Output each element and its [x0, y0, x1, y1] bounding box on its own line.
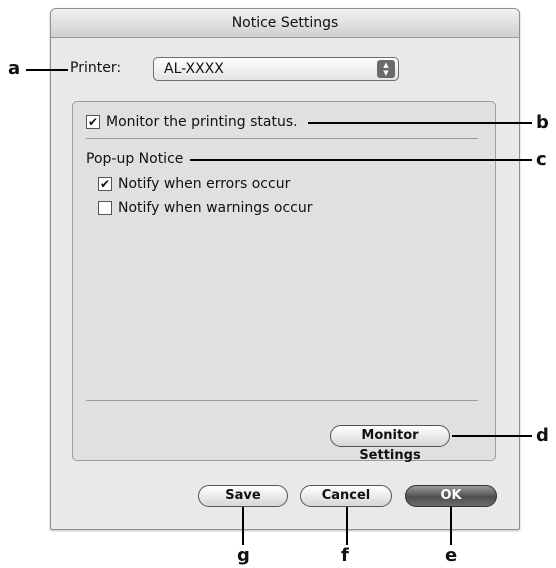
- checkmark-icon: ✔: [99, 177, 111, 191]
- callout-line-d: [452, 435, 532, 437]
- printer-select-value: AL-XXXX: [164, 61, 224, 77]
- checkmark-icon: ✔: [87, 115, 99, 129]
- callout-c: c: [536, 149, 547, 170]
- notify-warnings-checkbox-row[interactable]: Notify when warnings occur: [98, 200, 313, 216]
- printer-label: Printer:: [70, 60, 122, 76]
- dialog-title: Notice Settings: [51, 9, 519, 38]
- monitor-status-checkbox[interactable]: ✔: [86, 115, 100, 129]
- callout-f: f: [341, 545, 349, 566]
- save-button[interactable]: Save: [198, 485, 288, 507]
- callout-line-b: [308, 122, 532, 124]
- callout-line-a: [26, 69, 68, 71]
- monitor-status-checkbox-row[interactable]: ✔ Monitor the printing status.: [86, 114, 298, 130]
- separator-bottom: [86, 400, 478, 401]
- callout-line-e: [450, 507, 452, 545]
- callout-a: a: [8, 58, 21, 79]
- monitor-settings-button[interactable]: Monitor Settings: [330, 425, 450, 463]
- stepper-arrows-icon: ▲ ▼: [377, 60, 395, 78]
- separator-top: [86, 138, 478, 139]
- callout-e: e: [445, 545, 458, 566]
- callout-line-c: [190, 159, 532, 161]
- callout-d: d: [536, 425, 549, 446]
- notify-warnings-checkbox[interactable]: [98, 201, 112, 215]
- callout-g: g: [237, 545, 250, 566]
- cancel-button[interactable]: Cancel: [300, 485, 392, 507]
- ok-button[interactable]: OK: [405, 485, 497, 507]
- notify-warnings-label: Notify when warnings occur: [118, 200, 313, 216]
- callout-line-f: [346, 507, 348, 545]
- monitor-status-label: Monitor the printing status.: [106, 114, 298, 130]
- callout-b: b: [536, 112, 549, 133]
- notify-errors-checkbox-row[interactable]: ✔ Notify when errors occur: [98, 176, 290, 192]
- callout-line-g: [242, 507, 244, 545]
- notify-errors-label: Notify when errors occur: [118, 176, 291, 192]
- popup-notice-label: Pop-up Notice: [86, 151, 184, 167]
- notify-errors-checkbox[interactable]: ✔: [98, 177, 112, 191]
- printer-select[interactable]: AL-XXXX ▲ ▼: [153, 57, 399, 81]
